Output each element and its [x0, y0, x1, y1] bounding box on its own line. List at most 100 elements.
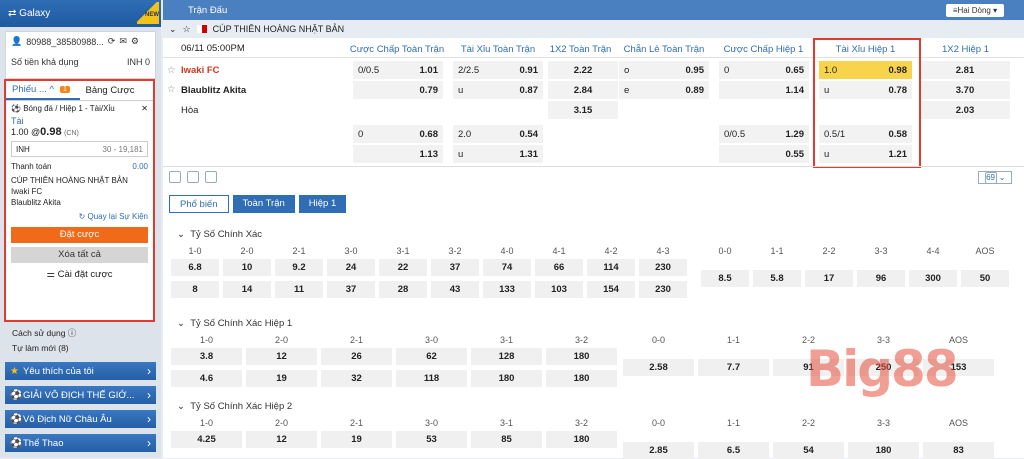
tab-popular[interactable]: Phổ biến: [169, 195, 229, 213]
odds-cell[interactable]: 2.0 0.54: [453, 125, 543, 143]
score-odds-cell[interactable]: 74: [483, 259, 531, 276]
score-odds-cell[interactable]: 114: [587, 259, 635, 276]
score-odds-cell[interactable]: 26: [321, 348, 392, 365]
score-odds-cell[interactable]: 43: [431, 281, 479, 298]
score-odds-cell[interactable]: 11: [275, 281, 323, 298]
view-select[interactable]: ≡ Hai Dòng ▾: [946, 4, 1004, 17]
score-odds-cell[interactable]: 5.8: [753, 270, 801, 287]
score-odds-cell[interactable]: 85: [471, 431, 542, 448]
odds-cell[interactable]: 0/0.5 1.29: [719, 125, 809, 143]
odds-cell[interactable]: e 0.89: [619, 81, 709, 99]
score-odds-cell[interactable]: 24: [327, 259, 375, 276]
odds-cell[interactable]: u 0.87: [453, 81, 543, 99]
score-odds-cell[interactable]: 17: [805, 270, 853, 287]
score-odds-cell[interactable]: 62: [396, 348, 467, 365]
odds-cell[interactable]: o 0.95: [619, 61, 709, 79]
odds-cell[interactable]: 1.14: [719, 81, 809, 99]
refresh-icon[interactable]: [205, 170, 217, 183]
score-odds-cell[interactable]: 9.2: [275, 259, 323, 276]
menu-women-euro[interactable]: ⚽ Vô Địch Nữ Châu Âu: [5, 410, 156, 428]
star-icon[interactable]: ☆: [167, 65, 176, 76]
score-odds-cell[interactable]: 12: [246, 431, 317, 448]
score-odds-cell[interactable]: 2.85: [623, 442, 694, 459]
score-odds-cell[interactable]: 28: [379, 281, 427, 298]
odds-cell[interactable]: 1.13: [353, 145, 443, 163]
score-odds-cell[interactable]: 8.5: [701, 270, 749, 287]
score-odds-cell[interactable]: 180: [546, 348, 617, 365]
score-odds-cell[interactable]: 103: [535, 281, 583, 298]
clear-all-button[interactable]: Xóa tất cả: [11, 247, 148, 263]
league-row[interactable]: ⌄ ☆ CÚP THIÊN HOÀNG NHẬT BẢN: [163, 20, 1024, 38]
stats-icon[interactable]: [187, 170, 199, 183]
odds-cell[interactable]: 2.81: [920, 61, 1010, 79]
score-odds-cell[interactable]: 128: [471, 348, 542, 365]
odds-cell[interactable]: u 1.31: [453, 145, 543, 163]
odds-cell[interactable]: 2.03: [920, 101, 1010, 119]
odds-cell[interactable]: 0 0.68: [353, 125, 443, 143]
score-odds-cell[interactable]: 37: [327, 281, 375, 298]
howto-link[interactable]: Cách sử dụng ⓘ: [12, 326, 76, 341]
place-bet-button[interactable]: Đặt cược: [11, 227, 148, 243]
score-odds-cell[interactable]: 19: [246, 370, 317, 387]
menu-sports[interactable]: ⚽ Thể Thao: [5, 434, 156, 452]
refresh-icon[interactable]: ⟳: [108, 36, 116, 47]
score-odds-cell[interactable]: 133: [483, 281, 531, 298]
score-odds-cell[interactable]: 96: [857, 270, 905, 287]
score-odds-cell[interactable]: 7.7: [698, 359, 769, 376]
score-odds-cell[interactable]: 230: [639, 281, 687, 298]
score-odds-cell[interactable]: 4.6: [171, 370, 242, 387]
score-odds-cell[interactable]: 3.8: [171, 348, 242, 365]
score-odds-cell[interactable]: 180: [546, 370, 617, 387]
score-odds-cell[interactable]: 300: [909, 270, 957, 287]
stake-input[interactable]: INH 30 - 19,181: [11, 141, 148, 157]
score-odds-cell[interactable]: 118: [396, 370, 467, 387]
settings-icon[interactable]: ⚙: [131, 36, 139, 47]
score-odds-cell[interactable]: 180: [546, 431, 617, 448]
score-odds-cell[interactable]: 53: [396, 431, 467, 448]
odds-cell[interactable]: 2/2.5 0.91: [453, 61, 543, 79]
list-icon[interactable]: [169, 170, 181, 183]
score-odds-cell[interactable]: 22: [379, 259, 427, 276]
score-odds-cell[interactable]: 37: [431, 259, 479, 276]
score-odds-cell[interactable]: 19: [321, 431, 392, 448]
tab-half1[interactable]: Hiệp 1: [298, 195, 347, 213]
tab-board[interactable]: Bảng Cược: [80, 81, 154, 100]
score-odds-cell[interactable]: 66: [535, 259, 583, 276]
score-odds-cell[interactable]: 4.25: [171, 431, 242, 448]
score-odds-cell[interactable]: 8: [171, 281, 219, 298]
score-odds-cell[interactable]: 14: [223, 281, 271, 298]
score-odds-cell[interactable]: 154: [587, 281, 635, 298]
score-odds-cell[interactable]: 83: [923, 442, 994, 459]
close-icon[interactable]: ✕: [141, 104, 148, 113]
reset-link[interactable]: ↻ Quay lại Sự Kiện: [11, 212, 148, 221]
odds-cell[interactable]: 0/0.5 1.01: [353, 61, 443, 79]
tab-fulltime[interactable]: Toàn Trận: [232, 195, 295, 213]
bet-settings-button[interactable]: ⚌ Cài đặt cược: [6, 269, 153, 280]
menu-favorites[interactable]: ★ Yêu thích của tôi: [5, 362, 156, 380]
score-odds-cell[interactable]: 12: [246, 348, 317, 365]
menu-world-cup[interactable]: ⚽ GIẢI VÔ ĐỊCH THẾ GIỚ...: [5, 386, 156, 404]
tab-slip[interactable]: Phiếu ... ^ 1: [6, 81, 80, 100]
score-odds-cell[interactable]: 230: [639, 259, 687, 276]
odds-cell[interactable]: 3.15: [548, 101, 618, 119]
score-odds-cell[interactable]: 6.5: [698, 442, 769, 459]
odds-cell[interactable]: 3.70: [920, 81, 1010, 99]
score-odds-cell[interactable]: 10: [223, 259, 271, 276]
score-odds-cell[interactable]: 54: [773, 442, 844, 459]
odds-cell[interactable]: 0.79: [353, 81, 443, 99]
odds-cell[interactable]: 2.84: [548, 81, 618, 99]
score-odds-cell[interactable]: 180: [848, 442, 919, 459]
odds-cell[interactable]: 2.22: [548, 61, 618, 79]
auto-refresh[interactable]: Tự làm mới (8): [12, 341, 76, 356]
site-header[interactable]: ⇄ Galaxy NEW: [0, 0, 161, 27]
odds-cell[interactable]: 0.55: [719, 145, 809, 163]
odds-cell[interactable]: 0 0.65: [719, 61, 809, 79]
score-odds-cell[interactable]: 180: [471, 370, 542, 387]
score-odds-cell[interactable]: 6.8: [171, 259, 219, 276]
score-odds-cell[interactable]: 2.58: [623, 359, 694, 376]
score-odds-cell[interactable]: 50: [961, 270, 1009, 287]
score-odds-cell[interactable]: 32: [321, 370, 392, 387]
mail-icon[interactable]: ✉: [119, 36, 127, 47]
more-markets-count[interactable]: 69 ⌄: [978, 171, 1012, 184]
star-icon[interactable]: ☆: [167, 84, 176, 95]
